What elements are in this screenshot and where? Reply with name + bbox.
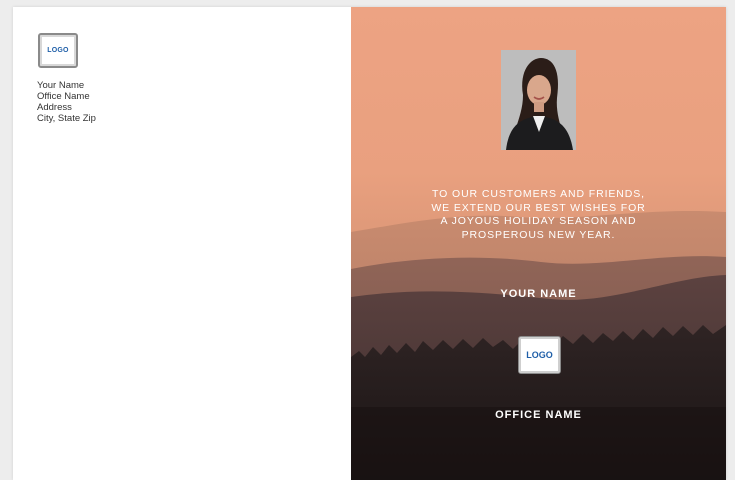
greeting-card: LOGO Your Name Office Name Address City,… xyxy=(13,7,726,480)
canvas: LOGO Your Name Office Name Address City,… xyxy=(0,0,735,480)
return-address: Your Name Office Name Address City, Stat… xyxy=(37,80,96,124)
logo-placeholder-small[interactable]: LOGO xyxy=(38,33,78,68)
card-back-panel: LOGO Your Name Office Name Address City,… xyxy=(13,7,351,480)
card-front-panel: TO OUR CUSTOMERS AND FRIENDS, WE EXTEND … xyxy=(351,7,726,480)
portrait-image xyxy=(501,50,576,150)
greeting-line: A JOYOUS HOLIDAY SEASON AND xyxy=(440,215,637,227)
greeting-line: TO OUR CUSTOMERS AND FRIENDS, xyxy=(432,188,645,200)
logo-text: LOGO xyxy=(526,350,553,360)
address-line-office: Office Name xyxy=(37,91,90,102)
address-line-name: Your Name xyxy=(37,80,85,91)
logo-text: LOGO xyxy=(47,47,69,54)
address-line-address: Address xyxy=(37,102,72,113)
logo-placeholder-large[interactable]: LOGO xyxy=(518,336,561,374)
your-name-text[interactable]: YOUR NAME xyxy=(351,288,726,300)
address-line-city: City, State Zip xyxy=(37,113,96,124)
greeting-line: PROSPEROUS NEW YEAR. xyxy=(461,228,616,241)
office-name-text[interactable]: OFFICE NAME xyxy=(351,409,726,421)
greeting-line: WE EXTEND OUR BEST WISHES FOR xyxy=(431,201,646,214)
portrait-photo[interactable] xyxy=(501,50,576,150)
holiday-greeting: TO OUR CUSTOMERS AND FRIENDS, WE EXTEND … xyxy=(351,188,726,242)
